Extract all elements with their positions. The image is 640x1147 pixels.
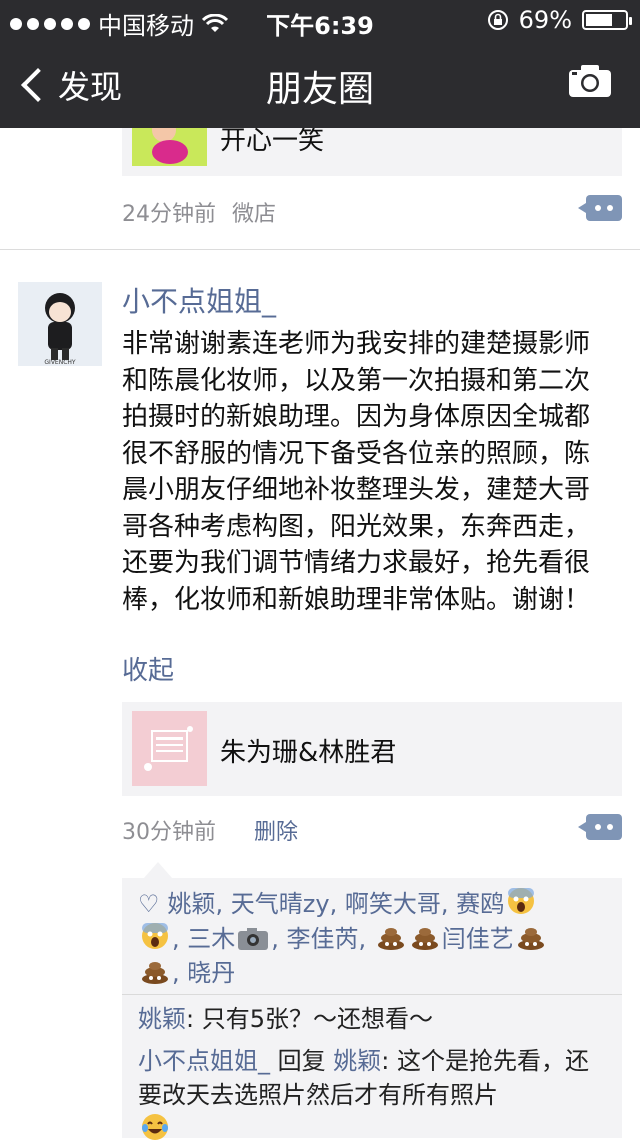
likes-list: ♡ 姚颖, 天气晴zy, 啊笑大哥, 赛鸥 , 三木, 李佳芮, 闫佳艺 , 晓丹	[138, 886, 608, 990]
heart-icon: ♡	[138, 890, 160, 918]
top-bar: 中国移动 下午6:39 69% 发现 朋友圈	[0, 0, 640, 128]
post-link-title: 朱为珊&林胜君	[220, 738, 397, 768]
tears-of-joy-emoji-icon	[142, 1114, 168, 1140]
post-divider	[0, 249, 640, 250]
reply-word: 回复	[270, 1047, 334, 1075]
comment-item[interactable]: 小不点姐姐_ 回复 姚颖: 这个是抢先看，还要改天去选照片然后才有所有照片	[138, 1044, 608, 1147]
post-text: 非常谢谢素连老师为我安排的建楚摄影师和陈晨化妆师，以及第一次拍摄和第二次拍摄时的…	[122, 329, 591, 615]
poop-emoji-icon	[411, 928, 438, 950]
comments-divider	[122, 994, 622, 995]
battery-icon	[582, 10, 632, 30]
nav-bar: 发现 朋友圈	[0, 40, 640, 128]
comment-user[interactable]: 姚颖	[138, 1005, 186, 1033]
camera-icon[interactable]	[568, 64, 612, 98]
like-user[interactable]: 李佳芮	[287, 925, 359, 953]
like-user[interactable]: 啊笑大哥	[345, 890, 441, 918]
post-author-name[interactable]: 小不点姐姐_	[122, 280, 276, 320]
like-user[interactable]: 闫佳艺	[442, 925, 514, 953]
like-user[interactable]: 赛鸥	[456, 890, 504, 918]
rotation-lock-icon	[487, 10, 508, 30]
like-user[interactable]: 天气晴zy	[231, 890, 330, 918]
prev-post-time: 24分钟前	[122, 202, 216, 227]
post-more-button[interactable]	[578, 814, 622, 840]
comment-text: : 只有5张？～还想看～	[186, 1005, 433, 1033]
comment-user[interactable]: 小不点姐姐_	[138, 1047, 270, 1075]
battery-percent: 69%	[518, 6, 572, 34]
scream-emoji-icon	[508, 888, 535, 914]
like-user[interactable]: 晓丹	[187, 959, 235, 987]
like-user[interactable]: 三木	[187, 925, 235, 953]
likes-comments-panel: ♡ 姚颖, 天气晴zy, 啊笑大哥, 赛鸥 , 三木, 李佳芮, 闫佳艺 , 晓丹…	[122, 862, 622, 1140]
poop-emoji-icon	[517, 928, 544, 950]
avatar-brand-text: GIVENCHY	[44, 359, 76, 366]
poop-emoji-icon	[377, 928, 404, 950]
post-link-card[interactable]: 朱为珊&林胜君	[122, 702, 622, 796]
moments-feed[interactable]: 开心一笑 24分钟前 微店 GIVENCHY 小不点姐姐_ 非常谢谢素连老师为我…	[0, 118, 640, 1140]
like-user[interactable]: 姚颖	[168, 890, 216, 918]
comment-item[interactable]: 姚颖: 只有5张？～还想看～	[138, 1002, 608, 1036]
collapse-link[interactable]: 收起	[122, 650, 174, 687]
reply-target-user[interactable]: 姚颖	[333, 1047, 381, 1075]
avatar-illustration: GIVENCHY	[18, 282, 102, 366]
page-title: 朋友圈	[265, 69, 374, 110]
prev-post-source[interactable]: 微店	[232, 196, 276, 228]
poop-emoji-icon	[142, 962, 168, 984]
status-right: 69%	[487, 6, 632, 34]
scream-emoji-icon	[142, 923, 168, 949]
post-time: 30分钟前	[122, 820, 216, 845]
post-link-thumbnail	[132, 711, 207, 786]
camera-emoji-icon	[238, 928, 269, 950]
delete-post-link[interactable]: 删除	[254, 814, 298, 846]
prev-post-more-button[interactable]	[578, 195, 622, 221]
status-bar: 中国移动 下午6:39 69%	[0, 0, 640, 40]
avatar[interactable]: GIVENCHY	[18, 282, 102, 366]
